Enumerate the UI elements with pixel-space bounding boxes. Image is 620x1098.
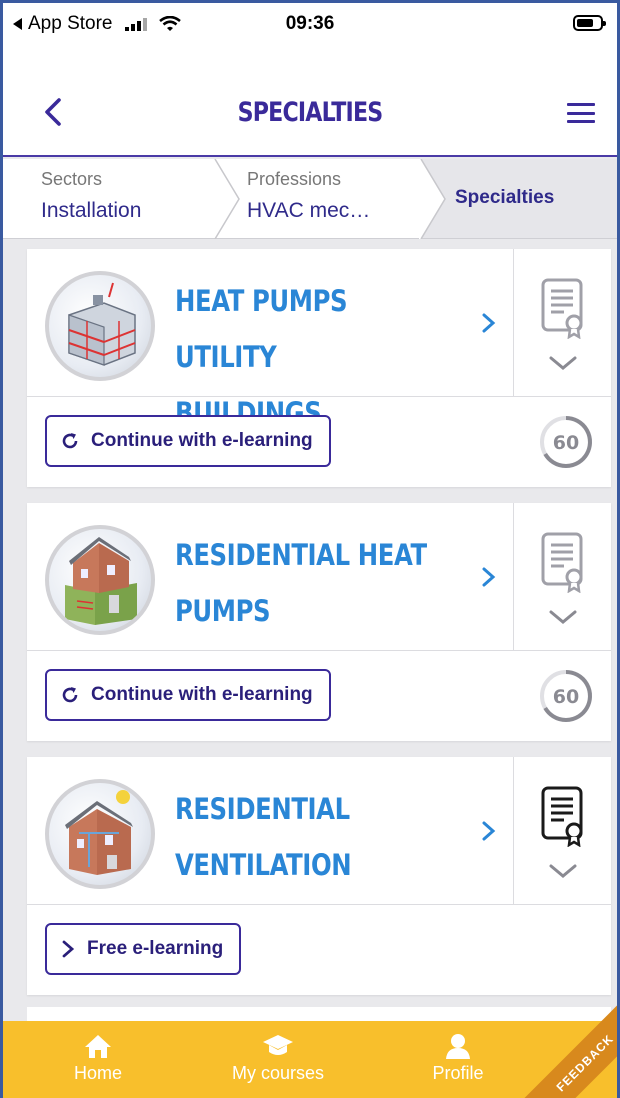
progress-ring: 60: [540, 670, 592, 722]
specialty-card-footer: Continue with e-learning 60: [27, 397, 611, 487]
breadcrumb-specialties: Specialties: [419, 159, 617, 239]
action-label: Continue with e-learning: [91, 430, 313, 451]
action-label: Continue with e-learning: [91, 684, 313, 705]
battery-icon: [573, 15, 606, 31]
breadcrumb: Sectors Installation Professions HVAC me…: [3, 159, 617, 239]
continue-elearning-button[interactable]: Continue with e-learning: [45, 669, 331, 721]
bottom-tab-bar: Home My courses Profile: [3, 1021, 617, 1098]
breadcrumb-separator: [419, 159, 446, 239]
chevron-right-icon[interactable]: [479, 563, 499, 591]
page-title: SPECIALTIES: [237, 97, 384, 128]
chevron-right-icon[interactable]: [479, 309, 499, 337]
free-elearning-button[interactable]: Free e-learning: [45, 923, 242, 975]
breadcrumb-sectors-value: Installation: [41, 199, 142, 222]
home-icon: [85, 1035, 111, 1058]
status-bar: App Store 09:36: [3, 3, 617, 47]
specialty-card: RESIDENTIAL HEAT PUMPS Continue with e-l…: [27, 503, 611, 741]
specialty-card-footer: Continue with e-learning 60: [27, 651, 611, 741]
chevron-down-icon[interactable]: [546, 607, 580, 627]
refresh-icon: [62, 687, 78, 703]
certificate-icon: [541, 786, 583, 847]
building-illustration: [45, 271, 155, 381]
app-frame: App Store 09:36 SPECIALTIES Sectors Inst…: [0, 0, 620, 1098]
clock: 09:36: [285, 13, 335, 34]
breadcrumb-sectors-label: Sectors: [41, 169, 103, 189]
breadcrumb-sectors[interactable]: Sectors Installation: [41, 159, 211, 239]
continue-elearning-button[interactable]: Continue with e-learning: [45, 415, 331, 467]
specialty-card: HEAT PUMPS UTILITY BUILDINGS Continue wi…: [27, 249, 611, 487]
tab-my-courses[interactable]: My courses: [213, 1021, 343, 1098]
breadcrumb-specialties-label: Specialties: [455, 187, 555, 208]
certificate-panel[interactable]: [513, 757, 611, 905]
hamburger-menu-icon[interactable]: [567, 103, 595, 123]
chevron-down-icon[interactable]: [546, 861, 580, 881]
user-icon: [446, 1034, 470, 1059]
certificate-icon: [541, 278, 583, 339]
action-label: Free e-learning: [87, 938, 224, 959]
specialty-card: RESIDENTIAL VENTILATION Free e-learning: [27, 757, 611, 995]
specialty-title[interactable]: RESIDENTIAL VENTILATION: [175, 781, 427, 893]
certificate-panel[interactable]: [513, 249, 611, 397]
breadcrumb-professions-value: HVAC mec…: [247, 199, 371, 222]
chevron-right-icon[interactable]: [479, 817, 499, 845]
breadcrumb-professions-label: Professions: [247, 169, 342, 189]
house-ventilation-illustration: [45, 779, 155, 889]
specialty-card-footer: Free e-learning: [27, 905, 611, 995]
graduation-cap-icon: [263, 1035, 293, 1055]
tab-home[interactable]: Home: [43, 1021, 153, 1098]
progress-value: 60: [553, 686, 579, 708]
chevron-right-icon: [62, 940, 75, 958]
specialty-title[interactable]: RESIDENTIAL HEAT PUMPS: [175, 527, 427, 639]
certificate-panel[interactable]: [513, 503, 611, 651]
progress-ring: 60: [540, 416, 592, 468]
breadcrumb-professions[interactable]: Professions HVAC mec…: [247, 159, 417, 239]
chevron-down-icon[interactable]: [546, 353, 580, 373]
refresh-icon: [62, 433, 78, 449]
progress-value: 60: [553, 432, 579, 454]
house-illustration: [45, 525, 155, 635]
certificate-icon: [541, 532, 583, 593]
tab-profile[interactable]: Profile: [403, 1021, 513, 1098]
tab-my-courses-label: My courses: [231, 1063, 325, 1083]
tab-profile-label: Profile: [432, 1063, 484, 1083]
top-header: SPECIALTIES: [3, 47, 617, 157]
tab-home-label: Home: [73, 1063, 122, 1083]
breadcrumb-separator: [214, 159, 240, 239]
